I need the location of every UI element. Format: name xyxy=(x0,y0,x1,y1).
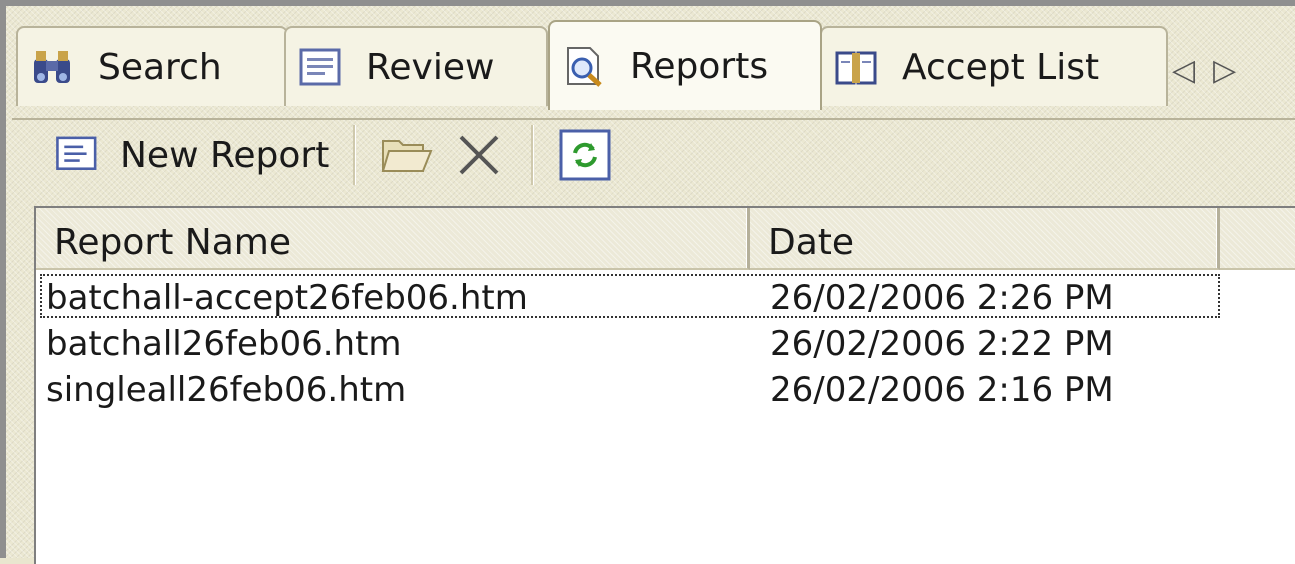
list-rows: batchall-accept26feb06.htm 26/02/2006 2:… xyxy=(36,274,1295,412)
tab-strip: Search Review Reports Accept List ◁ ▷ xyxy=(12,20,1295,120)
new-report-button[interactable]: New Report xyxy=(46,123,337,187)
report-name: batchall26feb06.htm xyxy=(46,324,402,364)
tab-label: Accept List xyxy=(902,46,1100,88)
report-date: 26/02/2006 2:26 PM xyxy=(770,278,1114,318)
tab-search[interactable]: Search xyxy=(16,26,288,106)
toolbar-separator xyxy=(531,125,534,185)
report-name: singleall26feb06.htm xyxy=(46,370,407,410)
toolbar-separator xyxy=(353,125,356,185)
new-report-icon xyxy=(56,136,97,170)
list-item[interactable]: singleall26feb06.htm 26/02/2006 2:16 PM xyxy=(36,366,1295,412)
scroll-left-icon[interactable]: ◁ xyxy=(1172,53,1195,88)
list-item[interactable]: batchall-accept26feb06.htm 26/02/2006 2:… xyxy=(36,274,1295,320)
open-report-button[interactable] xyxy=(371,123,443,187)
refresh-icon xyxy=(559,129,611,181)
new-report-label: New Report xyxy=(120,134,330,176)
report-name: batchall-accept26feb06.htm xyxy=(46,278,528,318)
magnifier-document-icon xyxy=(567,47,602,87)
tab-scroll-buttons: ◁ ▷ xyxy=(1172,40,1236,100)
folder-open-icon xyxy=(381,140,433,172)
report-date: 26/02/2006 2:16 PM xyxy=(770,370,1114,410)
tab-label: Review xyxy=(366,46,495,88)
column-header-report-name[interactable]: Report Name xyxy=(36,208,750,270)
scroll-right-icon[interactable]: ▷ xyxy=(1213,53,1236,88)
tab-reports[interactable]: Reports xyxy=(548,20,822,110)
refresh-button[interactable] xyxy=(549,123,621,187)
review-icon xyxy=(299,48,341,86)
delete-x-icon xyxy=(459,135,499,175)
list-item[interactable]: batchall26feb06.htm 26/02/2006 2:22 PM xyxy=(36,320,1295,366)
tab-accept-list[interactable]: Accept List xyxy=(820,26,1168,106)
book-icon xyxy=(835,51,877,85)
reports-toolbar: New Report xyxy=(46,120,621,190)
binoculars-icon xyxy=(34,51,70,83)
tab-review[interactable]: Review xyxy=(284,26,548,106)
tab-label: Search xyxy=(98,46,222,88)
reports-list[interactable]: Report Name Date batchall-accept26feb06.… xyxy=(34,206,1295,564)
report-date: 26/02/2006 2:22 PM xyxy=(770,324,1114,364)
list-header: Report Name Date xyxy=(36,208,1295,270)
column-header-filler xyxy=(1220,208,1295,270)
reports-panel: Search Review Reports Accept List ◁ ▷ Ne… xyxy=(0,0,1295,564)
column-header-date[interactable]: Date xyxy=(750,208,1220,270)
delete-report-button[interactable] xyxy=(443,123,515,187)
tab-label: Reports xyxy=(630,45,769,87)
